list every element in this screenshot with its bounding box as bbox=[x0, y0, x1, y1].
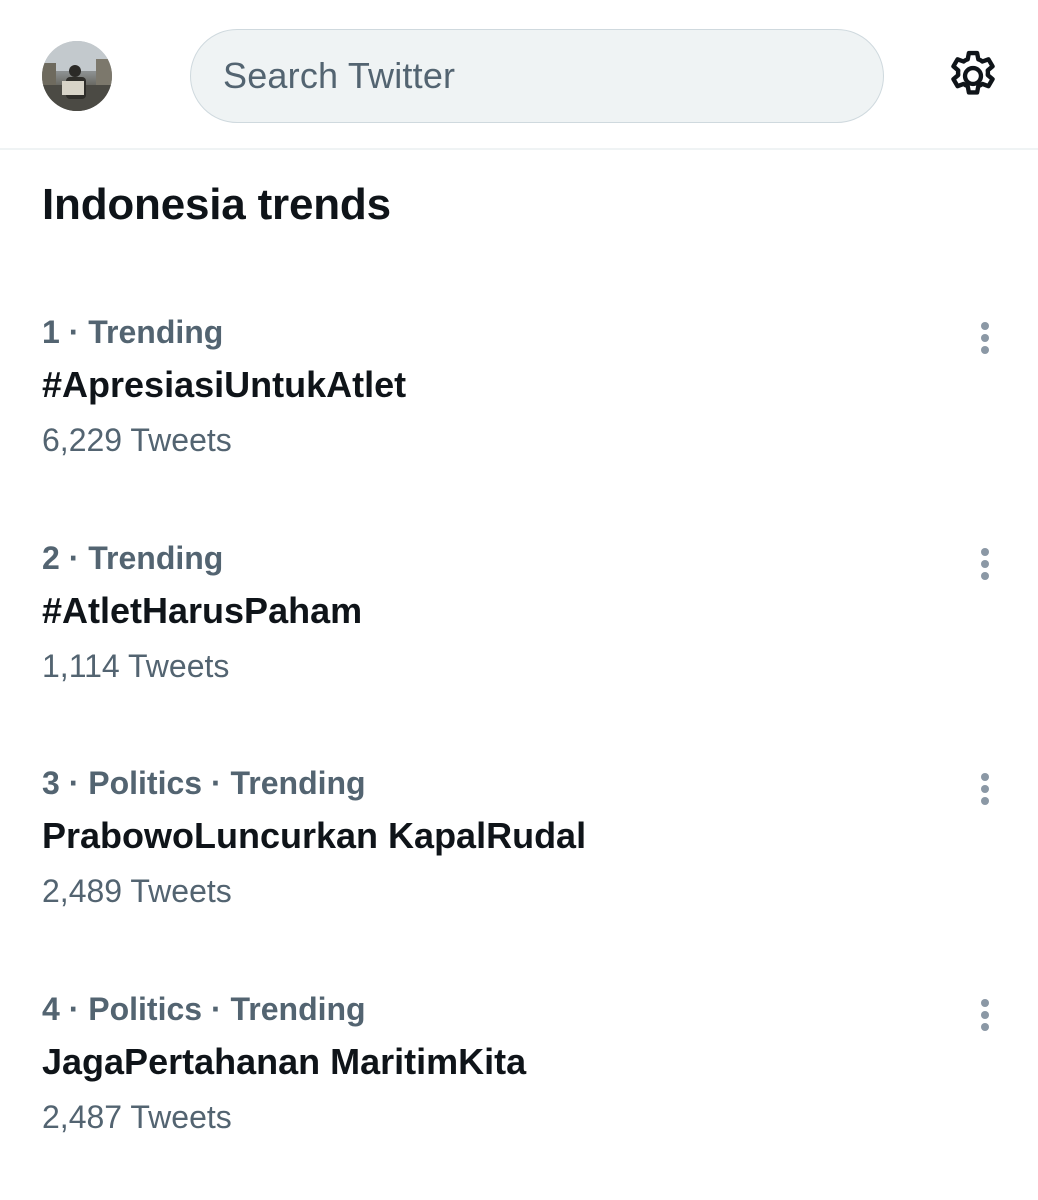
trend-name: #AtletHarusPaham bbox=[42, 590, 363, 631]
top-bar: Search Twitter bbox=[0, 0, 1038, 150]
dot bbox=[981, 1023, 989, 1031]
trend-tweet-count: 6,229 Tweets bbox=[42, 422, 232, 458]
dot bbox=[981, 548, 989, 556]
dot bbox=[981, 334, 989, 342]
trend-meta: 1 · Trending bbox=[42, 314, 224, 350]
page: Search Twitter Indonesia trends 1 · Tren… bbox=[0, 0, 1038, 1200]
trend-tweet-count: 2,487 Tweets bbox=[42, 1099, 232, 1135]
trend-name: #ApresiasiUntukAtlet bbox=[42, 364, 407, 405]
profile-avatar[interactable] bbox=[42, 41, 112, 111]
search-placeholder: Search Twitter bbox=[223, 55, 456, 96]
dot bbox=[981, 1011, 989, 1019]
dot bbox=[981, 797, 989, 805]
dot bbox=[981, 785, 989, 793]
dot bbox=[981, 773, 989, 781]
dot bbox=[981, 572, 989, 580]
trend-item[interactable]: 1 · Trending #ApresiasiUntukAtlet 6,229 … bbox=[0, 314, 1038, 540]
more-options-icon[interactable] bbox=[970, 995, 1000, 1035]
avatar-photo bbox=[42, 41, 112, 111]
dot bbox=[981, 322, 989, 330]
more-options-icon[interactable] bbox=[970, 318, 1000, 358]
trend-meta: 4 · Politics · Trending bbox=[42, 991, 366, 1027]
gear-icon bbox=[951, 50, 995, 95]
trend-meta: 3 · Politics · Trending bbox=[42, 765, 366, 801]
trend-name: JagaPertahanan MaritimKita bbox=[42, 1041, 527, 1082]
trend-item[interactable]: 2 · Trending #AtletHarusPaham 1,114 Twee… bbox=[0, 540, 1038, 766]
trend-tweet-count: 2,489 Tweets bbox=[42, 873, 232, 909]
trend-name: PrabowoLuncurkan KapalRudal bbox=[42, 815, 587, 856]
trend-meta: 2 · Trending bbox=[42, 540, 224, 576]
settings-button[interactable] bbox=[944, 47, 1002, 105]
section-title: Indonesia trends bbox=[42, 180, 391, 229]
trend-item[interactable]: 4 · Politics · Trending JagaPertahanan M… bbox=[0, 991, 1038, 1200]
search-input[interactable]: Search Twitter bbox=[190, 29, 884, 123]
more-options-icon[interactable] bbox=[970, 769, 1000, 809]
more-options-icon[interactable] bbox=[970, 544, 1000, 584]
trend-tweet-count: 1,114 Tweets bbox=[42, 648, 230, 684]
dot bbox=[981, 560, 989, 568]
trend-item[interactable]: 3 · Politics · Trending PrabowoLuncurkan… bbox=[0, 765, 1038, 991]
dot bbox=[981, 346, 989, 354]
dot bbox=[981, 999, 989, 1007]
